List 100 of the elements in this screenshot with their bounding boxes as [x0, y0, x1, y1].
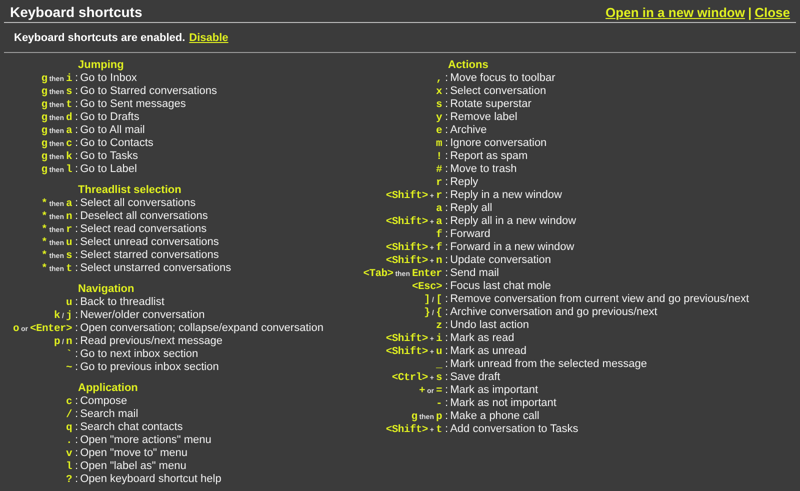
shortcut-key: r — [66, 224, 72, 237]
shortcut-key: y — [436, 112, 442, 125]
key-separator: : — [75, 137, 78, 150]
key-separator: : — [75, 236, 78, 249]
key-separator: : — [445, 176, 448, 189]
key-separator: : — [75, 249, 78, 262]
shortcut-key: <Enter> — [30, 323, 72, 336]
shortcut-key: q — [66, 422, 72, 435]
status-message: Keyboard shortcuts are enabled. — [14, 32, 186, 44]
shortcut-key: z — [436, 320, 442, 333]
shortcut-key: s — [66, 86, 72, 99]
key-separator: : — [445, 254, 448, 267]
shortcut-description: Go to All mail — [80, 124, 145, 137]
shortcut-description: Select unread conversations — [80, 236, 219, 249]
key-separator: : — [445, 228, 448, 241]
shortcut-key: n — [66, 336, 72, 349]
shortcut-description: Open keyboard shortcut help — [80, 473, 222, 486]
key-separator: : — [75, 322, 78, 335]
shortcut-description: Go to next inbox section — [80, 348, 198, 361]
key-separator: : — [75, 434, 78, 447]
section-heading: Threadlist selection — [78, 184, 182, 197]
shortcut-key: p — [436, 411, 442, 424]
shortcut-key: } — [424, 307, 430, 320]
shortcut-key: , — [436, 73, 442, 86]
key-separator: : — [445, 150, 448, 163]
shortcut-key: { — [436, 307, 442, 320]
key-separator: : — [445, 397, 448, 410]
shortcut-description: Select read conversations — [80, 223, 207, 236]
shortcut-key: . — [66, 435, 72, 448]
shortcut-key: t — [66, 99, 72, 112]
shortcut-key: i — [66, 73, 72, 86]
key-separator: : — [445, 345, 448, 358]
key-separator: : — [445, 98, 448, 111]
shortcut-key: g — [41, 86, 48, 99]
shortcut-key: _ — [436, 359, 442, 372]
key-separator: : — [75, 348, 78, 361]
shortcut-key: * — [41, 224, 48, 237]
shortcut-key: <Esc> — [412, 281, 442, 294]
shortcut-key: s — [436, 372, 442, 385]
shortcut-description: Read previous/next message — [80, 335, 223, 348]
shortcut-description: Add conversation to Tasks — [450, 423, 578, 436]
key-separator: : — [75, 163, 78, 176]
header-link[interactable]: Close — [754, 4, 790, 20]
key-separator: : — [445, 241, 448, 254]
key-separator: : — [445, 423, 448, 436]
shortcut-key: c — [66, 138, 72, 151]
shortcut-description: Move focus to toolbar — [450, 72, 556, 85]
shortcut-description: Mark unread from the selected message — [450, 358, 647, 371]
shortcut-key: ? — [66, 474, 72, 487]
section-heading: Navigation — [78, 283, 134, 296]
shortcut-key: u — [66, 297, 72, 310]
shortcut-key: * — [41, 263, 48, 276]
key-separator: : — [445, 202, 448, 215]
shortcut-description: Forward — [450, 228, 490, 241]
key-separator: : — [445, 163, 448, 176]
header-link[interactable]: Open in a new window — [606, 4, 745, 20]
shortcut-key: ! — [436, 151, 442, 164]
shortcut-key: f — [436, 229, 442, 242]
shortcut-description: Back to threadlist — [80, 296, 164, 309]
shortcut-key: j — [66, 310, 72, 323]
shortcut-key: <Tab> — [363, 268, 394, 281]
shortcut-key: g — [41, 125, 48, 138]
key-separator: : — [75, 296, 78, 309]
key-separator: : — [445, 111, 448, 124]
shortcut-description: Open conversation; collapse/expand conversation — [80, 322, 324, 335]
disable-link[interactable]: Disable — [189, 32, 228, 44]
shortcut-key: <Ctrl> — [392, 372, 428, 385]
shortcut-key: d — [66, 112, 72, 125]
shortcut-key: + — [418, 385, 425, 398]
section-heading: Application — [78, 382, 138, 395]
section-heading: Actions — [448, 59, 488, 72]
shortcut-description: Mark as read — [450, 332, 514, 345]
key-separator: : — [75, 262, 78, 275]
shortcut-description: Mark as unread — [450, 345, 526, 358]
shortcut-description: Go to previous inbox section — [80, 361, 219, 374]
shortcut-description: Go to Tasks — [80, 150, 138, 163]
shortcut-key: <Shift> — [386, 333, 428, 346]
shortcut-description: Remove label — [450, 111, 518, 124]
shortcut-description: Go to Starred conversations — [80, 85, 218, 98]
key-separator: : — [445, 280, 448, 293]
shortcut-key: n — [66, 211, 72, 224]
shortcut-key: p — [54, 336, 60, 349]
key-separator: : — [75, 335, 78, 348]
shortcut-key: / — [66, 409, 72, 422]
shortcut-key: a — [436, 203, 442, 216]
key-separator: : — [75, 408, 78, 421]
key-separator: : — [75, 210, 78, 223]
key-separator: : — [445, 293, 448, 306]
shortcut-key: ~ — [66, 362, 72, 375]
dialog-title: Keyboard shortcuts — [10, 4, 142, 20]
shortcut-key: g — [41, 138, 48, 151]
shortcut-key: r — [436, 177, 442, 190]
shortcut-key: s — [436, 99, 442, 112]
shortcut-description: Focus last chat mole — [450, 280, 551, 293]
shortcut-key: u — [66, 237, 72, 250]
key-separator: : — [75, 197, 78, 210]
shortcut-key: <Shift> — [386, 346, 428, 359]
shortcut-description: Mark as not important — [450, 397, 556, 410]
shortcut-key: u — [436, 346, 442, 359]
key-separator: : — [75, 460, 78, 473]
